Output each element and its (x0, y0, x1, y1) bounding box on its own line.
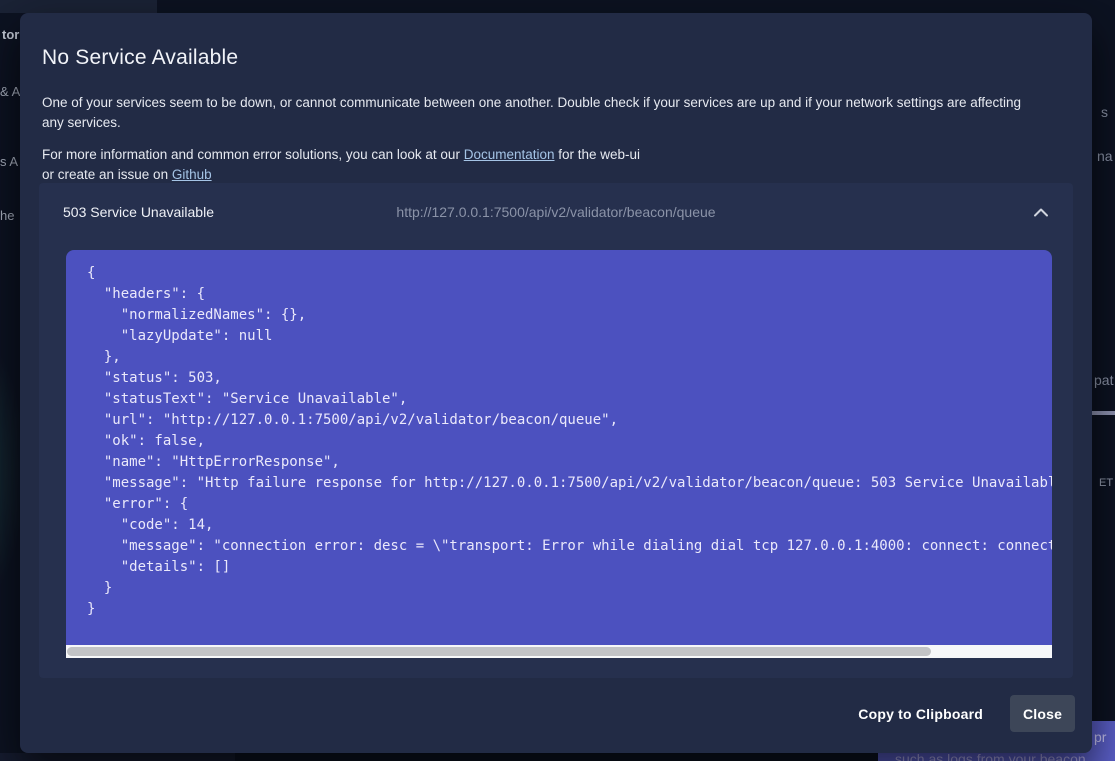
close-button[interactable]: Close (1010, 695, 1075, 732)
background-text-fragment: na (1097, 148, 1113, 164)
sidebar-item-fragment: & A (0, 84, 20, 99)
help-line: or create an issue on Github (42, 165, 640, 185)
error-expansion-panel: 503 Service Unavailable http://127.0.0.1… (39, 183, 1073, 678)
dialog-description: One of your services seem to be down, or… (42, 93, 1021, 133)
error-json-code-block: { "headers": { "normalizedNames": {}, "l… (66, 250, 1052, 645)
background-panel-fragment (0, 753, 235, 761)
chevron-up-icon[interactable] (1033, 207, 1049, 218)
dialog-actions: Copy to Clipboard Close (856, 695, 1075, 732)
no-service-dialog: No Service Available One of your service… (20, 13, 1092, 753)
horizontal-scrollbar[interactable] (66, 645, 1052, 658)
background-topbar-fragment (0, 0, 157, 13)
dialog-help-text: For more information and common error so… (42, 145, 640, 185)
documentation-link[interactable]: Documentation (464, 147, 555, 162)
background-divider (1092, 411, 1115, 415)
help-text: For more information and common error so… (42, 147, 464, 162)
sidebar-item-fragment: tor (2, 27, 19, 42)
background-text-fragment: pat (1094, 372, 1113, 388)
description-line: any services. (42, 113, 1021, 133)
sidebar-item-fragment: s A (0, 154, 18, 169)
background-text-fragment: s (1101, 104, 1108, 120)
error-status-label: 503 Service Unavailable (63, 204, 214, 220)
help-text: or create an issue on (42, 167, 172, 182)
github-link[interactable]: Github (172, 167, 212, 182)
copy-to-clipboard-button[interactable]: Copy to Clipboard (856, 697, 985, 731)
help-text: for the web-ui (555, 147, 641, 162)
background-text-fragment: ET (1099, 477, 1113, 489)
scrollbar-thumb[interactable] (67, 647, 931, 656)
sidebar-item-fragment: he (0, 208, 14, 223)
app-window: tor & A s A he s na pat ET pr such as lo… (0, 0, 1115, 761)
help-line: For more information and common error so… (42, 145, 640, 165)
dialog-title: No Service Available (42, 46, 238, 70)
description-line: One of your services seem to be down, or… (42, 93, 1021, 113)
error-panel-header[interactable]: 503 Service Unavailable http://127.0.0.1… (39, 183, 1073, 241)
